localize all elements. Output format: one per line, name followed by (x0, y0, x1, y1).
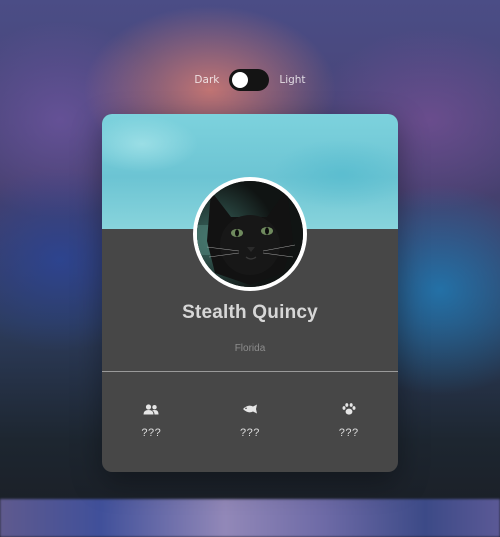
users-icon (142, 402, 160, 416)
stats-row: ??? ??? ??? (102, 402, 398, 439)
toggle-knob (232, 72, 249, 88)
theme-toggle[interactable] (229, 69, 270, 91)
light-label: Light (279, 74, 306, 86)
paw-icon (340, 402, 358, 416)
profile-location: Florida (234, 343, 266, 354)
stat-friends: ??? (102, 402, 201, 439)
stat-value: ??? (141, 427, 162, 439)
stat-fish: ??? (201, 402, 300, 439)
black-cat-photo (197, 181, 303, 287)
profile-card: Stealth Quincy Florida ??? ??? ??? (102, 114, 398, 472)
divider (102, 371, 398, 372)
stat-value: ??? (338, 427, 359, 439)
avatar (193, 177, 307, 291)
fish-icon (241, 402, 259, 416)
profile-name: Stealth Quincy (182, 302, 318, 323)
stat-paw: ??? (299, 402, 398, 439)
dark-label: Dark (194, 74, 220, 86)
theme-toggle-row: Dark Light (0, 69, 500, 91)
background-strip (0, 499, 500, 537)
stat-value: ??? (240, 427, 260, 439)
